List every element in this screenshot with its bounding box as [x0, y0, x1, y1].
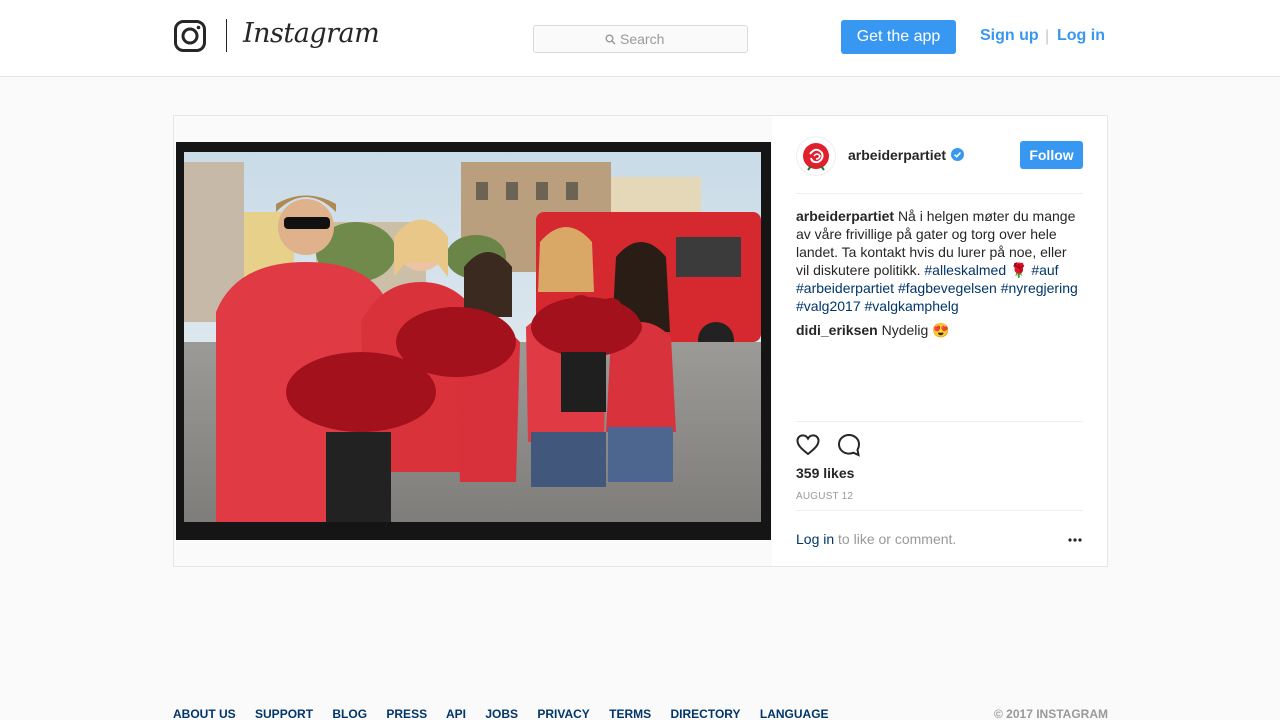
login-to-comment-link[interactable]: Log in — [796, 531, 834, 547]
hashtag-link[interactable]: #alleskalmed — [924, 262, 1006, 278]
footer-link-blog[interactable]: BLOG — [332, 707, 367, 720]
hashtag-link[interactable]: #arbeiderpartiet — [796, 280, 894, 296]
red-rose-logo-icon — [803, 143, 829, 171]
post-photo[interactable] — [176, 142, 771, 540]
search-box[interactable] — [533, 25, 748, 53]
footer-link-directory[interactable]: DIRECTORY — [671, 707, 741, 720]
post-media[interactable] — [174, 116, 772, 566]
owner-username[interactable]: arbeiderpartiet — [848, 147, 946, 163]
caption-username[interactable]: arbeiderpartiet — [796, 208, 894, 224]
copyright: © 2017 INSTAGRAM — [994, 707, 1108, 720]
footer-nav: ABOUT US SUPPORT BLOG PRESS API JOBS PRI… — [173, 707, 845, 720]
follow-button[interactable]: Follow — [1020, 141, 1083, 169]
footer-link-about[interactable]: ABOUT US — [173, 707, 236, 720]
comment-text: Nydelig 😍 — [881, 322, 950, 338]
hashtag-link[interactable]: #fagbevegelsen — [898, 280, 997, 296]
instagram-wordmark[interactable]: Instagram — [243, 18, 380, 49]
heart-icon[interactable] — [795, 432, 821, 458]
footer-link-language[interactable]: LANGUAGE — [760, 707, 829, 720]
sign-up-link[interactable]: Sign up — [980, 27, 1039, 45]
login-prompt-text: to like or comment. — [834, 531, 957, 547]
footer-link-jobs[interactable]: JOBS — [485, 707, 518, 720]
more-options-icon[interactable] — [1067, 534, 1083, 546]
auth-separator: | — [1045, 28, 1050, 45]
comment-bubble-icon[interactable] — [836, 432, 862, 458]
footer-link-privacy[interactable]: PRIVACY — [537, 707, 589, 720]
comment-username[interactable]: didi_eriksen — [796, 322, 878, 338]
likes-count[interactable]: 359 likes — [796, 465, 854, 481]
hashtag-link[interactable]: #nyregjering — [1001, 280, 1078, 296]
header-divider — [796, 193, 1083, 194]
top-nav-bar: Instagram Get the app Sign up | Log in — [0, 0, 1280, 77]
post-card: arbeiderpartiet Follow arbeiderpartiet N… — [173, 115, 1108, 567]
post-caption: arbeiderpartiet Nå i helgen møter du man… — [796, 207, 1083, 315]
log-in-link[interactable]: Log in — [1057, 27, 1105, 45]
hashtag-link[interactable]: #valgkamphelg — [865, 298, 959, 314]
actions-divider — [796, 421, 1083, 422]
instagram-camera-icon[interactable] — [174, 20, 206, 52]
footer-link-api[interactable]: API — [446, 707, 466, 720]
hashtag-link[interactable]: #auf — [1031, 262, 1058, 278]
footer-link-press[interactable]: PRESS — [386, 707, 427, 720]
owner-avatar[interactable] — [796, 136, 836, 176]
post-date[interactable]: AUGUST 12 — [796, 491, 853, 502]
search-icon — [605, 34, 616, 45]
footer-link-terms[interactable]: TERMS — [609, 707, 651, 720]
search-input[interactable] — [620, 30, 740, 48]
logo-divider — [226, 19, 227, 52]
rose-emoji: 🌹 — [1010, 262, 1028, 278]
comment-item: didi_eriksen Nydelig 😍 — [796, 321, 1083, 339]
footer-link-support[interactable]: SUPPORT — [255, 707, 313, 720]
verified-badge-icon — [951, 148, 964, 161]
login-to-comment-prompt: Log in to like or comment. — [796, 531, 956, 547]
footer-divider — [796, 510, 1083, 511]
hashtag-link[interactable]: #valg2017 — [796, 298, 861, 314]
get-the-app-button[interactable]: Get the app — [841, 20, 956, 54]
